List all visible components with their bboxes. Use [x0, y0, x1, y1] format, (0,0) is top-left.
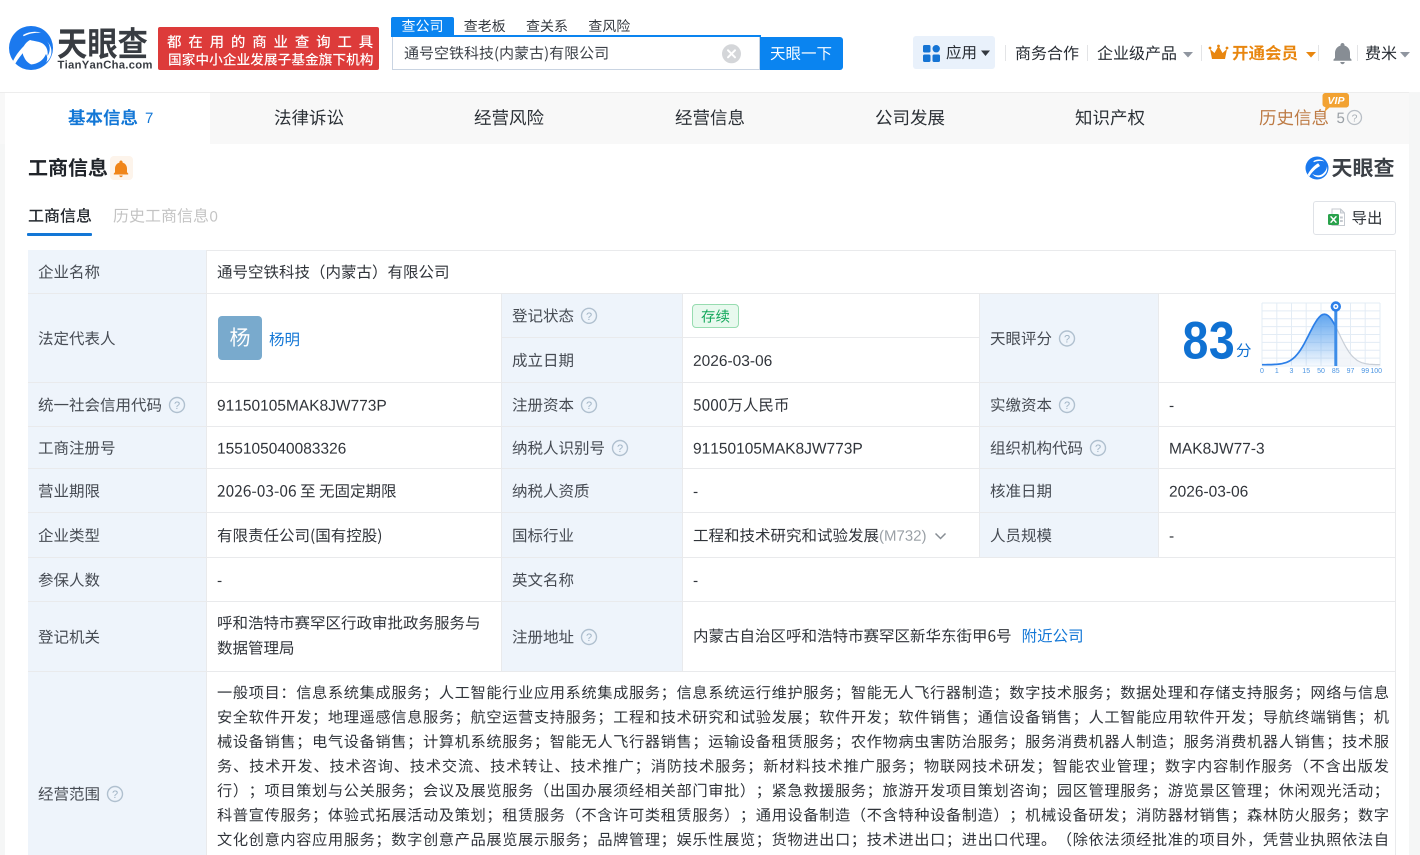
svg-text:?: ?	[586, 400, 592, 412]
svg-text:97: 97	[1347, 368, 1355, 375]
svg-text:?: ?	[1352, 113, 1358, 125]
svg-text:99: 99	[1361, 368, 1369, 375]
svg-text:50: 50	[1317, 368, 1325, 375]
svg-text:0: 0	[1260, 368, 1264, 375]
svg-text:85: 85	[1332, 368, 1340, 375]
svg-text:15: 15	[1302, 368, 1310, 375]
svg-text:100: 100	[1370, 368, 1382, 375]
svg-text:?: ?	[586, 632, 592, 644]
svg-text:?: ?	[112, 789, 118, 801]
svg-text:?: ?	[586, 311, 592, 323]
svg-text:1: 1	[1275, 368, 1279, 375]
svg-text:3: 3	[1290, 368, 1294, 375]
svg-text:?: ?	[1064, 400, 1070, 412]
svg-text:?: ?	[1064, 334, 1070, 346]
svg-text:?: ?	[617, 443, 623, 455]
svg-text:?: ?	[1095, 443, 1101, 455]
svg-text:?: ?	[174, 400, 180, 412]
svg-text:VIP: VIP	[1328, 95, 1346, 107]
